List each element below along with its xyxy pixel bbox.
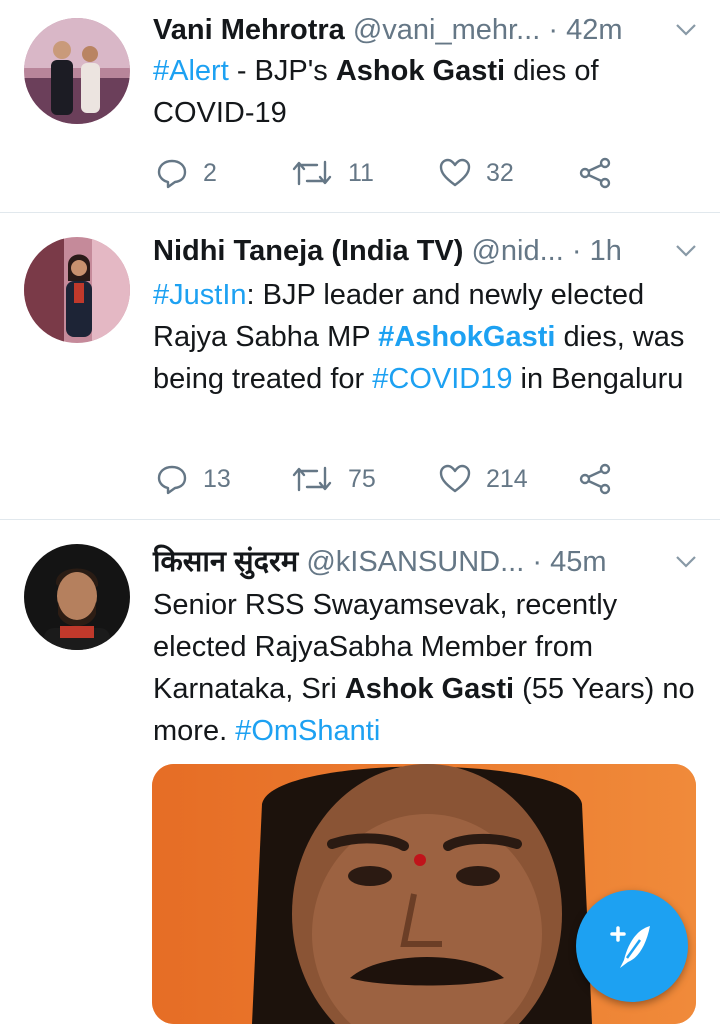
avatar-image — [24, 544, 130, 650]
avatar[interactable] — [24, 18, 130, 124]
reply-button[interactable]: 13 — [155, 459, 231, 499]
hashtag-link[interactable]: #AshokGasti — [378, 321, 555, 353]
separator-dot: · — [532, 546, 543, 578]
display-name[interactable]: Vani Mehrotra — [153, 14, 345, 46]
highlighted-text: Ashok Gasti — [335, 55, 506, 87]
retweet-icon — [292, 466, 332, 492]
user-handle[interactable]: @kISANSUND... — [306, 546, 524, 578]
timestamp[interactable]: 42m — [566, 14, 622, 46]
like-count: 214 — [486, 464, 528, 493]
tweet-header: किसान सुंदरम @kISANSUND... · 45m — [153, 544, 700, 580]
tweet-actions: 13 75 214 — [155, 459, 635, 499]
retweet-count: 75 — [348, 464, 376, 493]
share-icon — [579, 463, 611, 495]
chevron-down-icon[interactable] — [672, 237, 700, 265]
compose-tweet-icon — [610, 926, 650, 968]
separator-dot: · — [548, 14, 558, 46]
timestamp[interactable]: 45m — [550, 546, 606, 578]
heart-icon — [439, 464, 471, 493]
hashtag-link[interactable]: #JustIn — [153, 279, 247, 311]
display-name[interactable]: Nidhi Taneja (India TV) — [153, 235, 463, 267]
display-name[interactable]: किसान सुंदरम — [153, 546, 298, 578]
heart-icon — [439, 158, 471, 187]
tweet-actions: 2 11 32 — [155, 153, 635, 193]
avatar[interactable] — [24, 237, 130, 343]
avatar[interactable] — [24, 544, 130, 650]
hashtag-link[interactable]: #Alert — [153, 55, 229, 87]
reply-count: 2 — [203, 158, 217, 187]
avatar-image — [24, 18, 130, 124]
tweet-header: Vani Mehrotra @vani_mehr... · 42m — [153, 12, 700, 48]
share-button[interactable] — [578, 153, 612, 193]
avatar-image — [24, 237, 130, 343]
chevron-down-icon[interactable] — [672, 16, 700, 44]
retweet-button[interactable]: 75 — [290, 459, 376, 499]
like-count: 32 — [486, 158, 514, 187]
tweet[interactable]: Vani Mehrotra @vani_mehr... · 42m #Alert… — [0, 0, 720, 212]
retweet-icon — [292, 160, 332, 186]
tweet[interactable]: Nidhi Taneja (India TV) @nid... · 1h #Ju… — [0, 213, 720, 519]
tweet-text: #Alert - BJP's Ashok Gasti dies of COVID… — [153, 50, 703, 134]
highlighted-text: Ashok Gasti — [344, 673, 515, 705]
user-handle[interactable]: @vani_mehr... — [353, 14, 540, 46]
share-button[interactable] — [578, 459, 612, 499]
chevron-down-icon[interactable] — [672, 548, 700, 576]
hashtag-link[interactable]: #COVID19 — [372, 363, 512, 395]
share-icon — [579, 157, 611, 189]
tweet-header: Nidhi Taneja (India TV) @nid... · 1h — [153, 233, 700, 269]
timestamp[interactable]: 1h — [590, 235, 622, 267]
hashtag-link[interactable]: #OmShanti — [235, 715, 380, 747]
reply-button[interactable]: 2 — [155, 153, 217, 193]
tweet-text-segment: in Bengaluru — [512, 363, 684, 395]
retweet-button[interactable]: 11 — [290, 153, 374, 193]
tweet-text-segment: - BJP's — [228, 55, 336, 87]
reply-icon — [157, 465, 187, 495]
user-handle[interactable]: @nid... — [471, 235, 563, 267]
like-button[interactable]: 32 — [438, 153, 514, 193]
reply-count: 13 — [203, 464, 231, 493]
tweet-text: Senior RSS Swayamsevak, recently elected… — [153, 584, 703, 752]
compose-tweet-button[interactable] — [576, 890, 688, 1002]
tweet-text: #JustIn: BJP leader and newly elected Ra… — [153, 274, 703, 400]
separator-dot: · — [571, 235, 582, 267]
reply-icon — [157, 159, 187, 189]
retweet-count: 11 — [348, 158, 374, 187]
like-button[interactable]: 214 — [438, 459, 528, 499]
